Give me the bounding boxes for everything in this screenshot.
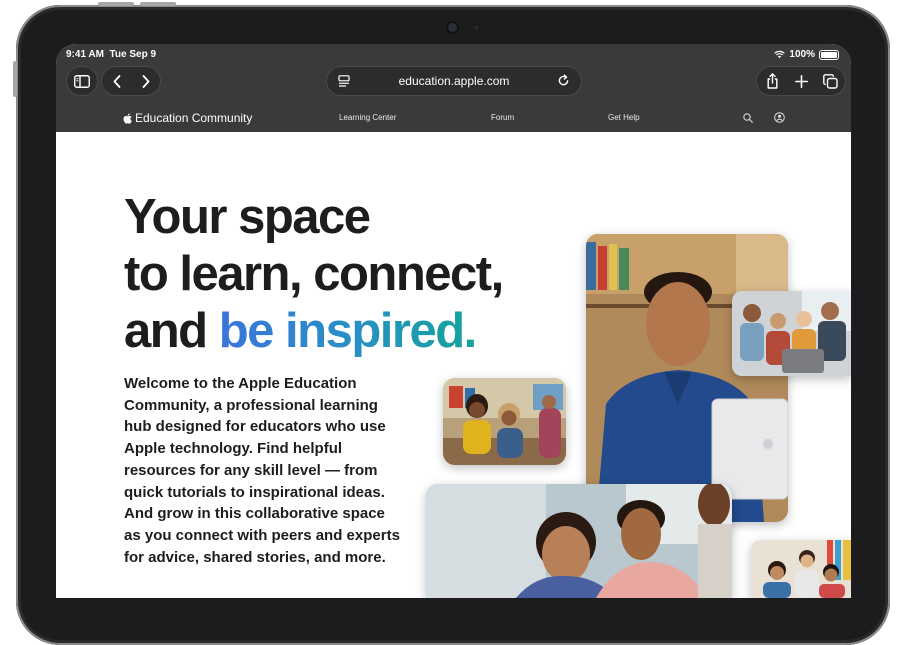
- tabs-icon: [822, 73, 838, 89]
- sidebar-button[interactable]: [66, 66, 98, 96]
- status-time: 9:41 AM: [66, 49, 104, 60]
- headline-line-3: and: [124, 304, 219, 358]
- photo-educator-portrait: [586, 234, 788, 522]
- back-icon: [113, 74, 120, 88]
- headline-line-2: to learn, connect,: [124, 247, 504, 301]
- apple-logo-icon: [123, 113, 132, 124]
- wifi-icon: [774, 50, 786, 59]
- status-bar: 9:41 AM Tue Sep 9 100%: [56, 49, 851, 63]
- reload-icon[interactable]: [557, 74, 570, 87]
- account-icon[interactable]: [774, 112, 785, 123]
- url-text[interactable]: education.apple.com: [399, 74, 510, 88]
- navigation-buttons: [101, 66, 161, 96]
- page-menu-icon[interactable]: [338, 75, 350, 87]
- hero-headline: Your space to learn, connect, and be ins…: [124, 189, 504, 360]
- status-date: Tue Sep 9: [109, 49, 157, 60]
- share-button[interactable]: [758, 67, 787, 95]
- forward-icon: [142, 74, 149, 88]
- browser-chrome: 9:41 AM Tue Sep 9 100% education.apple.c…: [56, 44, 851, 132]
- photo-group-at-laptop: [732, 291, 851, 376]
- sidebar-icon: [74, 74, 90, 88]
- top-button: [13, 61, 17, 97]
- nav-link-get-help[interactable]: Get Help: [608, 104, 640, 132]
- back-button[interactable]: [102, 67, 131, 95]
- camera-sensor: [475, 26, 478, 29]
- site-navigation: Education Community Learning Center Foru…: [56, 104, 851, 132]
- site-logo[interactable]: Education Community: [123, 104, 252, 132]
- photo-kids-with-tablets: [751, 540, 851, 598]
- headline-line-1: Your space: [124, 190, 371, 244]
- volume-down-button: [140, 2, 176, 6]
- search-icon[interactable]: [743, 113, 753, 123]
- new-tab-button[interactable]: [787, 67, 816, 95]
- address-bar[interactable]: education.apple.com: [326, 66, 582, 96]
- new-tab-icon: [794, 74, 808, 88]
- front-camera: [448, 23, 457, 32]
- nav-link-learning-center[interactable]: Learning Center: [339, 104, 396, 132]
- battery-icon: [819, 49, 839, 60]
- share-icon: [767, 73, 777, 89]
- site-logo-text: Education Community: [135, 111, 253, 125]
- photo-students-with-teacher: [426, 484, 732, 598]
- nav-link-forum[interactable]: Forum: [491, 104, 514, 132]
- battery-percentage: 100%: [789, 49, 815, 60]
- toolbar-actions: [756, 66, 846, 96]
- photo-teacher-students-classroom: [443, 378, 566, 465]
- screen: 9:41 AM Tue Sep 9 100% education.apple.c…: [56, 44, 851, 598]
- headline-gradient-text: be inspired.: [218, 304, 478, 358]
- tabs-overview-button[interactable]: [816, 67, 845, 95]
- forward-button[interactable]: [131, 67, 160, 95]
- volume-up-button: [98, 2, 134, 6]
- intro-paragraph: Welcome to the Apple Education Community…: [124, 375, 400, 566]
